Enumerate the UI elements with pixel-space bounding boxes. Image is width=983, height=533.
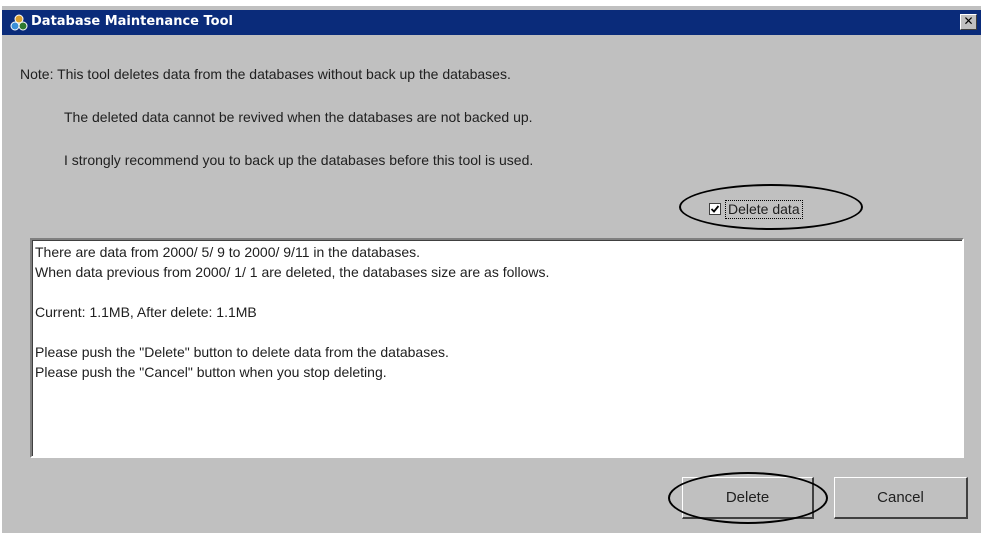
delete-data-option[interactable]: Delete data: [709, 200, 839, 220]
delete-button-label: Delete: [725, 489, 770, 506]
message-area[interactable]: There are data from 2000/ 5/ 9 to 2000/ …: [30, 238, 964, 458]
message-line: Please push the "Delete" button to delet…: [35, 344, 449, 360]
close-icon: ✕: [963, 14, 974, 28]
note-line-2: The deleted data cannot be revived when …: [64, 109, 533, 125]
message-line: There are data from 2000/ 5/ 9 to 2000/ …: [35, 244, 420, 260]
note-line-1: Note: This tool deletes data from the da…: [20, 66, 511, 82]
delete-button[interactable]: Delete: [682, 477, 814, 519]
message-line: When data previous from 2000/ 1/ 1 are d…: [35, 264, 550, 280]
message-line: Current: 1.1MB, After delete: 1.1MB: [35, 304, 257, 320]
close-button[interactable]: ✕: [960, 14, 977, 30]
cancel-button-label: Cancel: [877, 489, 924, 506]
note-line-3: I strongly recommend you to back up the …: [64, 152, 534, 168]
cancel-button[interactable]: Cancel: [834, 477, 968, 519]
title-bar[interactable]: Database Maintenance Tool ✕: [2, 10, 981, 35]
database-tool-icon: [10, 14, 28, 32]
delete-data-label[interactable]: Delete data: [725, 200, 803, 219]
delete-data-checkbox[interactable]: [709, 203, 721, 215]
dialog-window: Database Maintenance Tool ✕ Note: This t…: [2, 6, 981, 533]
window-title: Database Maintenance Tool: [31, 14, 233, 29]
message-line: Please push the "Cancel" button when you…: [35, 364, 387, 380]
checkmark-icon: [710, 205, 720, 213]
